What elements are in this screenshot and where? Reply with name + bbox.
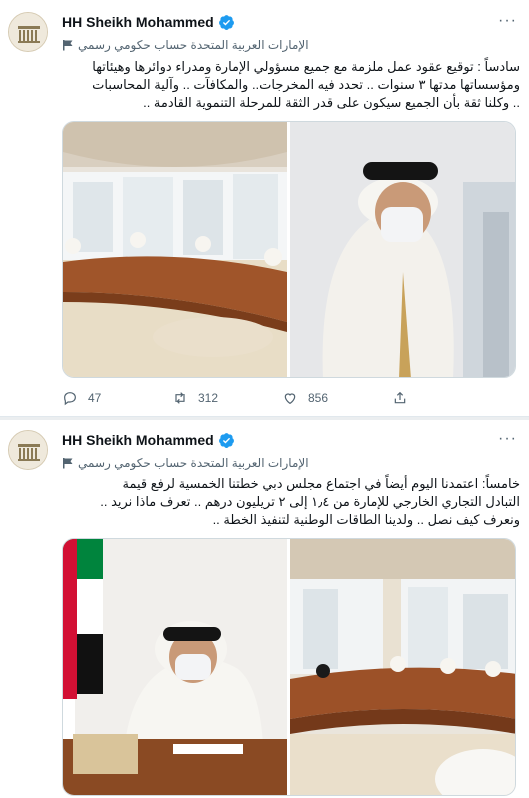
seated-portrait-photo[interactable] (63, 539, 287, 796)
retweet-button[interactable]: 312 (172, 390, 282, 406)
author-name[interactable]: HH Sheikh Mohammed (62, 14, 214, 30)
like-count: 856 (308, 391, 329, 405)
account-label-row: الإمارات العربية المتحدة حساب حكومي رسمي (62, 454, 309, 472)
retweet-icon (175, 392, 185, 404)
account-label: الإمارات العربية المتحدة حساب حكومي رسمي (78, 456, 309, 470)
retweet-count: 312 (198, 391, 219, 405)
meeting-room-wide-photo[interactable] (290, 539, 516, 796)
tweet-media-grid (62, 121, 516, 378)
reply-button[interactable]: 47 (62, 390, 172, 406)
tweet-actions: 47 312 856 (62, 388, 502, 408)
like-icon (284, 393, 296, 405)
author-row: HH Sheikh Mohammed (62, 430, 235, 450)
author-avatar[interactable] (8, 12, 48, 52)
share-icon (394, 391, 406, 404)
verified-badge-icon (218, 432, 234, 448)
government-flag-icon (63, 40, 73, 51)
tweet-text-line: ونعرف كيف نصل .. ولدينا الطاقات الوطنية … (212, 512, 520, 527)
author-row: HH Sheikh Mohammed (62, 12, 235, 32)
portrait-photo[interactable] (290, 122, 516, 378)
meeting-room-photo[interactable] (63, 122, 287, 378)
author-avatar[interactable] (8, 430, 48, 470)
government-flag-icon (63, 458, 73, 469)
tweet-text-line: ومؤسساتها مدتها ٣ سنوات .. تحدد فيه المخ… (92, 77, 520, 92)
like-button[interactable]: 856 (282, 390, 392, 406)
verified-badge-icon (218, 14, 234, 30)
author-name[interactable]: HH Sheikh Mohammed (62, 432, 214, 448)
reply-count: 47 (88, 391, 102, 405)
more-icon[interactable]: ··· (498, 430, 517, 448)
tweet-text-line: خامساً: اعتمدنا اليوم أيضاً في اجتماع مج… (122, 476, 521, 491)
tweet-text: خامساً: اعتمدنا اليوم أيضاً في اجتماع مج… (62, 475, 520, 529)
account-label: الإمارات العربية المتحدة حساب حكومي رسمي (78, 38, 309, 52)
reply-icon (64, 392, 76, 406)
tweet-text-line: التبادل التجاري الخارجي للإمارة من ١٫٤ إ… (100, 494, 520, 509)
share-button[interactable] (392, 390, 502, 406)
tweet-text-line: .. وكلنا ثقة بأن الجميع سيكون على قدر ال… (143, 95, 520, 110)
tweet-2[interactable]: HH Sheikh Mohammed الإمارات العربية المت… (0, 420, 529, 798)
tweet-1[interactable]: HH Sheikh Mohammed الإمارات العربية المت… (0, 0, 529, 420)
tweet-text-line: سادساً : توقيع عقود عمل ملزمة مع جميع مس… (92, 59, 520, 74)
tweet-media-grid (62, 538, 516, 796)
more-icon[interactable]: ··· (498, 12, 517, 30)
tweet-text: سادساً : توقيع عقود عمل ملزمة مع جميع مس… (62, 58, 520, 112)
account-label-row: الإمارات العربية المتحدة حساب حكومي رسمي (62, 36, 309, 54)
